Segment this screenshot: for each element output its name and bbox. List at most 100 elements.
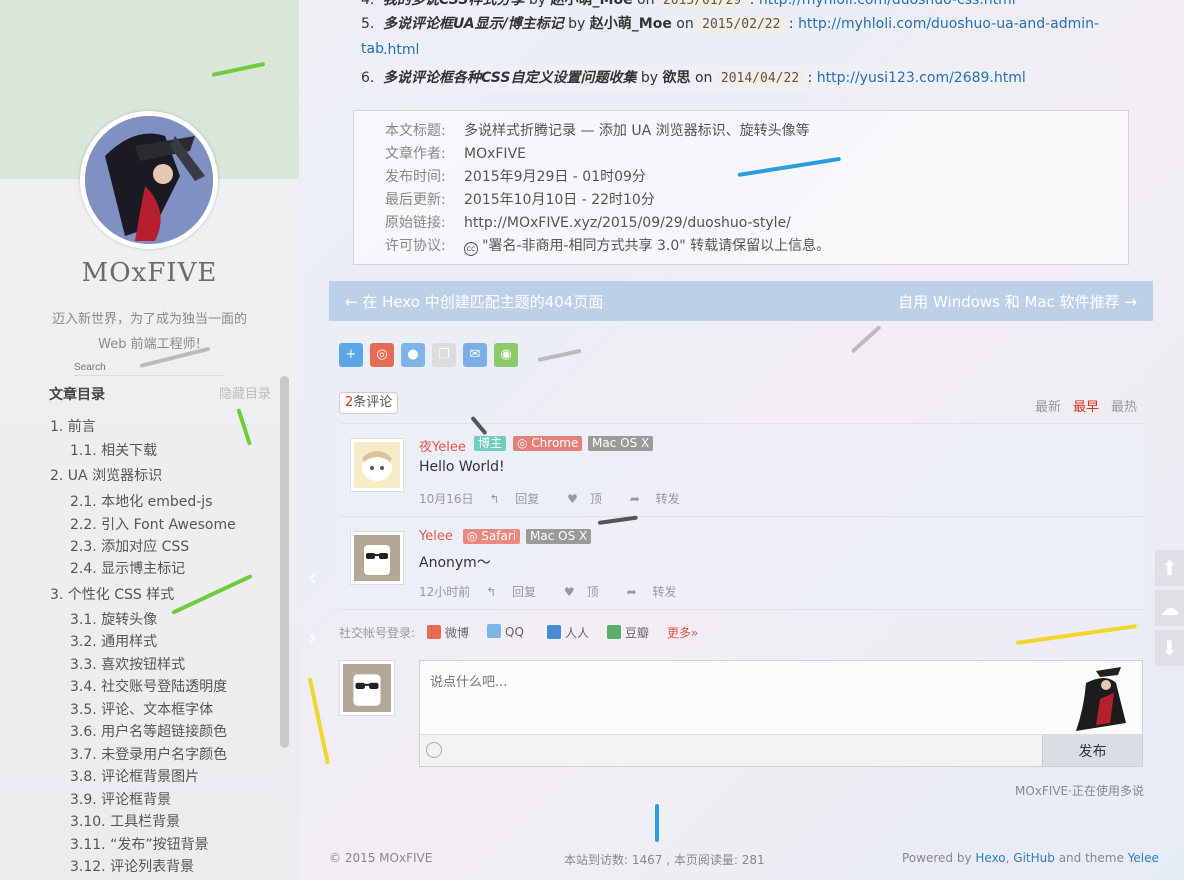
commenter-name[interactable]: Yelee <box>419 529 453 544</box>
toc-item[interactable]: 3.2. 通用样式 <box>70 631 157 651</box>
ref-link-continued[interactable]: .html <box>383 38 1140 63</box>
toc-item[interactable]: 3.3. 喜欢按钮样式 <box>70 654 185 674</box>
share-email-icon[interactable]: ✉ <box>463 343 487 367</box>
scroll-top-icon[interactable]: ⬆ <box>1155 550 1184 586</box>
like-button[interactable]: ♥ 顶 <box>567 492 614 506</box>
original-link[interactable]: http://MOxFIVE.xyz/2015/09/29/duoshuo-st… <box>464 215 791 231</box>
forward-icon: ➦ <box>629 492 644 506</box>
toc-item[interactable]: 2.4. 显示博主标记 <box>70 558 185 578</box>
login-qq[interactable]: QQ <box>487 624 524 639</box>
reply-form: 发布 <box>419 660 1143 767</box>
toc-item[interactable]: 3.4. 社交账号登陆透明度 <box>70 676 227 696</box>
commenter-avatar[interactable] <box>350 531 404 585</box>
ref-item: 6. 多说评论框各种CSS自定义设置问题收集 by 欲思 on 2014/04/2… <box>361 66 1118 91</box>
toc-item[interactable]: 2. UA 浏览器标识 <box>50 465 162 485</box>
tagline-line2: Web 前端工程师! <box>98 337 201 352</box>
comment-item: 夜Yelee 博主 ◎ Chrome Mac OS X Hello World!… <box>339 425 1143 517</box>
comment-text: Anonym〜 <box>419 555 491 571</box>
commenter-avatar[interactable] <box>350 438 404 492</box>
share-wechat-icon[interactable]: ◉ <box>494 343 518 367</box>
renren-icon <box>547 625 561 639</box>
site-name[interactable]: MOxFIVE <box>0 258 299 288</box>
comment-item: Yelee ◎ Safari Mac OS X Anonym〜 12小时前 ↰ … <box>339 518 1143 610</box>
comment-time: 12小时前 <box>419 585 471 599</box>
toc-hide-button[interactable]: 隐藏目录 <box>219 383 271 402</box>
yelee-link[interactable]: Yelee <box>1128 851 1159 865</box>
scroll-bottom-icon[interactable]: ⬇ <box>1155 630 1184 666</box>
copyright-author: 文章作者: MOxFIVE <box>385 146 526 162</box>
sort-earliest-tab[interactable]: 最早 <box>1073 396 1099 415</box>
login-weibo[interactable]: 微博 <box>427 624 469 641</box>
next-page-arrow-icon[interactable]: › <box>308 626 317 651</box>
share-copy-icon[interactable]: ❐ <box>432 343 456 367</box>
annotation-arrow <box>537 348 582 362</box>
annotation-arrow <box>1015 624 1138 645</box>
comment-time: 10月16日 <box>419 492 474 506</box>
toc-item[interactable]: 3.7. 未登录用户名字颜色 <box>70 744 227 764</box>
emoji-icon[interactable] <box>426 742 442 758</box>
author-avatar[interactable] <box>80 111 218 249</box>
toc-item[interactable]: 3.12. 评论列表背景 <box>70 856 194 876</box>
login-more[interactable]: 更多» <box>667 624 698 641</box>
sort-latest-tab[interactable]: 最新 <box>1035 396 1061 415</box>
github-link[interactable]: GitHub <box>1013 851 1055 865</box>
toc-item[interactable]: 2.2. 引入 Font Awesome <box>70 514 236 534</box>
login-douban[interactable]: 豆瓣 <box>607 624 649 641</box>
reply-toolbar: 发布 <box>420 734 1142 766</box>
toc-item[interactable]: 3.1. 旋转头像 <box>70 609 157 629</box>
reply-button[interactable]: ↰ 回复 <box>486 585 548 599</box>
heart-icon: ♥ <box>567 492 578 506</box>
duoshuo-powered-link[interactable]: MOxFIVE·正在使用多说 <box>1015 782 1144 799</box>
like-button[interactable]: ♥ 顶 <box>564 585 611 599</box>
copyright-link: 原始链接: http://MOxFIVE.xyz/2015/09/29/duosh… <box>385 215 791 231</box>
toc-item[interactable]: 2.3. 添加对应 CSS <box>70 536 189 556</box>
share-weibo-icon[interactable]: ◎ <box>370 343 394 367</box>
reply-button[interactable]: ↰ 回复 <box>489 492 551 506</box>
admin-tag: 博主 <box>474 436 507 451</box>
prev-page-arrow-icon[interactable]: ‹ <box>308 566 317 591</box>
toc-item[interactable]: 2.1. 本地化 embed-js <box>70 491 213 511</box>
comment-meta: 10月16日 ↰ 回复 ♥ 顶 ➦ 转发 <box>419 490 704 507</box>
commenter-name[interactable]: 夜Yelee <box>419 436 466 455</box>
browser-tag-safari: ◎ Safari <box>463 529 521 544</box>
toc-item[interactable]: 3.8. 评论框背景图片 <box>70 766 199 786</box>
footer-powered: Powered by Hexo, GitHub and theme Yelee <box>902 851 1159 865</box>
reply-icon: ↰ <box>489 492 504 506</box>
comment-text: Hello World! <box>419 459 505 475</box>
os-tag-macos: Mac OS X <box>526 529 592 544</box>
tagline-line1: 迈入新世界，为了成为独当一面的 <box>51 312 247 327</box>
toc-item[interactable]: 3.10. 工具栏背景 <box>70 811 180 831</box>
sidebar: MOxFIVE 迈入新世界，为了成为独当一面的 Web 前端工程师! 文章目录 … <box>0 0 299 880</box>
submit-button[interactable]: 发布 <box>1042 735 1142 766</box>
share-button[interactable]: ➦ 转发 <box>626 585 688 599</box>
prev-post-link[interactable]: ← 在 Hexo 中创建匹配主题的404页面 <box>345 291 603 312</box>
toc-item[interactable]: 3. 个性化 CSS 样式 <box>50 584 174 604</box>
toc-item[interactable]: 1.1. 相关下载 <box>70 440 157 460</box>
ref-link[interactable]: http://myhloli.com/duoshuo-css.html <box>759 0 1016 8</box>
reply-icon: ↰ <box>486 585 500 599</box>
toc-title: 文章目录 <box>49 387 105 403</box>
browser-tag-chrome: ◎ Chrome <box>513 436 583 451</box>
hexo-link[interactable]: Hexo <box>975 851 1005 865</box>
ref-link[interactable]: http://yusi123.com/2689.html <box>817 70 1026 86</box>
comments-jump-icon[interactable]: ☁ <box>1155 590 1184 626</box>
toc-item[interactable]: 3.6. 用户名等超链接颜色 <box>70 721 227 741</box>
toc-scrollbar[interactable] <box>280 376 289 748</box>
comment-textarea[interactable] <box>420 661 1142 734</box>
sort-hot-tab[interactable]: 最热 <box>1111 396 1137 415</box>
next-post-link[interactable]: 自用 Windows 和 Mac 软件推荐 → <box>898 291 1137 312</box>
toc-item[interactable]: 3.5. 评论、文本框字体 <box>70 699 213 719</box>
copyright-published: 发布时间: 2015年9月29日 - 01时09分 <box>385 169 646 185</box>
share-more-icon[interactable]: + <box>339 343 363 367</box>
post-copyright-box: 本文标题: 多说样式折腾记录 — 添加 UA 浏览器标识、旋转头像等 文章作者: M… <box>353 110 1129 265</box>
toc-item[interactable]: 1. 前言 <box>50 416 96 436</box>
qq-icon <box>487 624 501 638</box>
post-navigation: ← 在 Hexo 中创建匹配主题的404页面 自用 Windows 和 Mac … <box>329 281 1153 321</box>
footer-stats: 本站到访数: 1467 , 本页阅读量: 281 <box>564 853 765 867</box>
forward-icon: ➦ <box>626 585 641 599</box>
toc-item[interactable]: 3.11. “发布”按钮背景 <box>70 834 209 854</box>
share-button[interactable]: ➦ 转发 <box>630 492 692 506</box>
login-renren[interactable]: 人人 <box>547 624 589 641</box>
toc-item[interactable]: 3.9. 评论框背景 <box>70 789 171 809</box>
share-qq-icon[interactable]: ● <box>401 343 425 367</box>
